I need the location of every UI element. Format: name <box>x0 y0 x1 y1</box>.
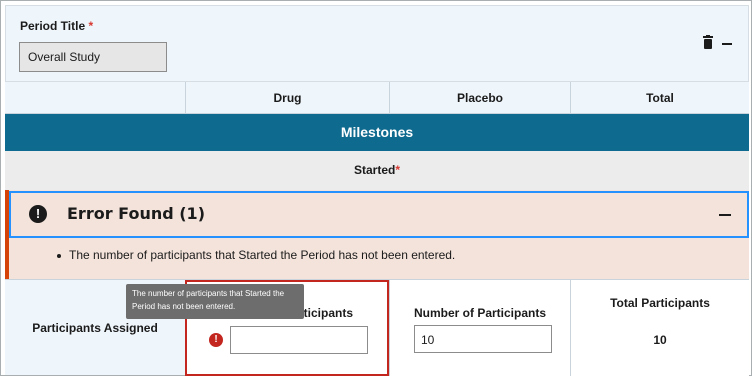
error-title: Error Found (1) <box>67 204 205 223</box>
error-summary: ! Error Found (1) The number of particip… <box>5 190 749 279</box>
error-tooltip: The number of participants that Started … <box>126 284 304 319</box>
placebo-cell: Number of Participants 10 <box>389 280 570 376</box>
minus-icon[interactable] <box>719 214 731 216</box>
placebo-column-header: Number of Participants <box>413 306 547 320</box>
arm-header-placebo: Placebo <box>389 82 570 114</box>
required-asterisk: * <box>395 163 400 177</box>
period-title-label: Period Title * <box>20 19 94 33</box>
error-summary-toggle[interactable]: ! Error Found (1) <box>9 191 749 238</box>
period-header: Period Title * Overall Study <box>5 5 749 82</box>
placebo-participants-input[interactable]: 10 <box>414 325 552 353</box>
arm-header-total: Total <box>570 82 749 114</box>
error-message: The number of participants that Started … <box>69 248 456 262</box>
exclamation-icon: ! <box>209 333 223 347</box>
participants-row: Participants Assigned Number of Particip… <box>5 279 749 376</box>
total-column-header: Total Participants <box>610 296 710 310</box>
trash-icon[interactable] <box>703 35 713 49</box>
total-cell: Total Participants 10 <box>570 280 749 376</box>
started-label: Started <box>353 163 396 177</box>
minus-icon[interactable] <box>722 43 732 45</box>
period-title-input[interactable]: Overall Study <box>19 42 167 72</box>
error-list: The number of participants that Started … <box>57 248 455 262</box>
exclamation-icon: ! <box>29 205 47 223</box>
drug-participants-input[interactable] <box>230 326 368 354</box>
arms-header-row: Drug Placebo Total <box>5 82 749 114</box>
milestones-band: Milestones <box>5 114 749 151</box>
outcome-period-panel: Period Title * Overall Study Drug Placeb… <box>0 0 752 376</box>
started-row: Started* <box>5 151 749 190</box>
arm-header-drug: Drug <box>185 82 389 114</box>
total-participants-value: 10 <box>653 333 667 347</box>
bullet-icon <box>57 253 61 258</box>
required-asterisk: * <box>88 19 94 33</box>
